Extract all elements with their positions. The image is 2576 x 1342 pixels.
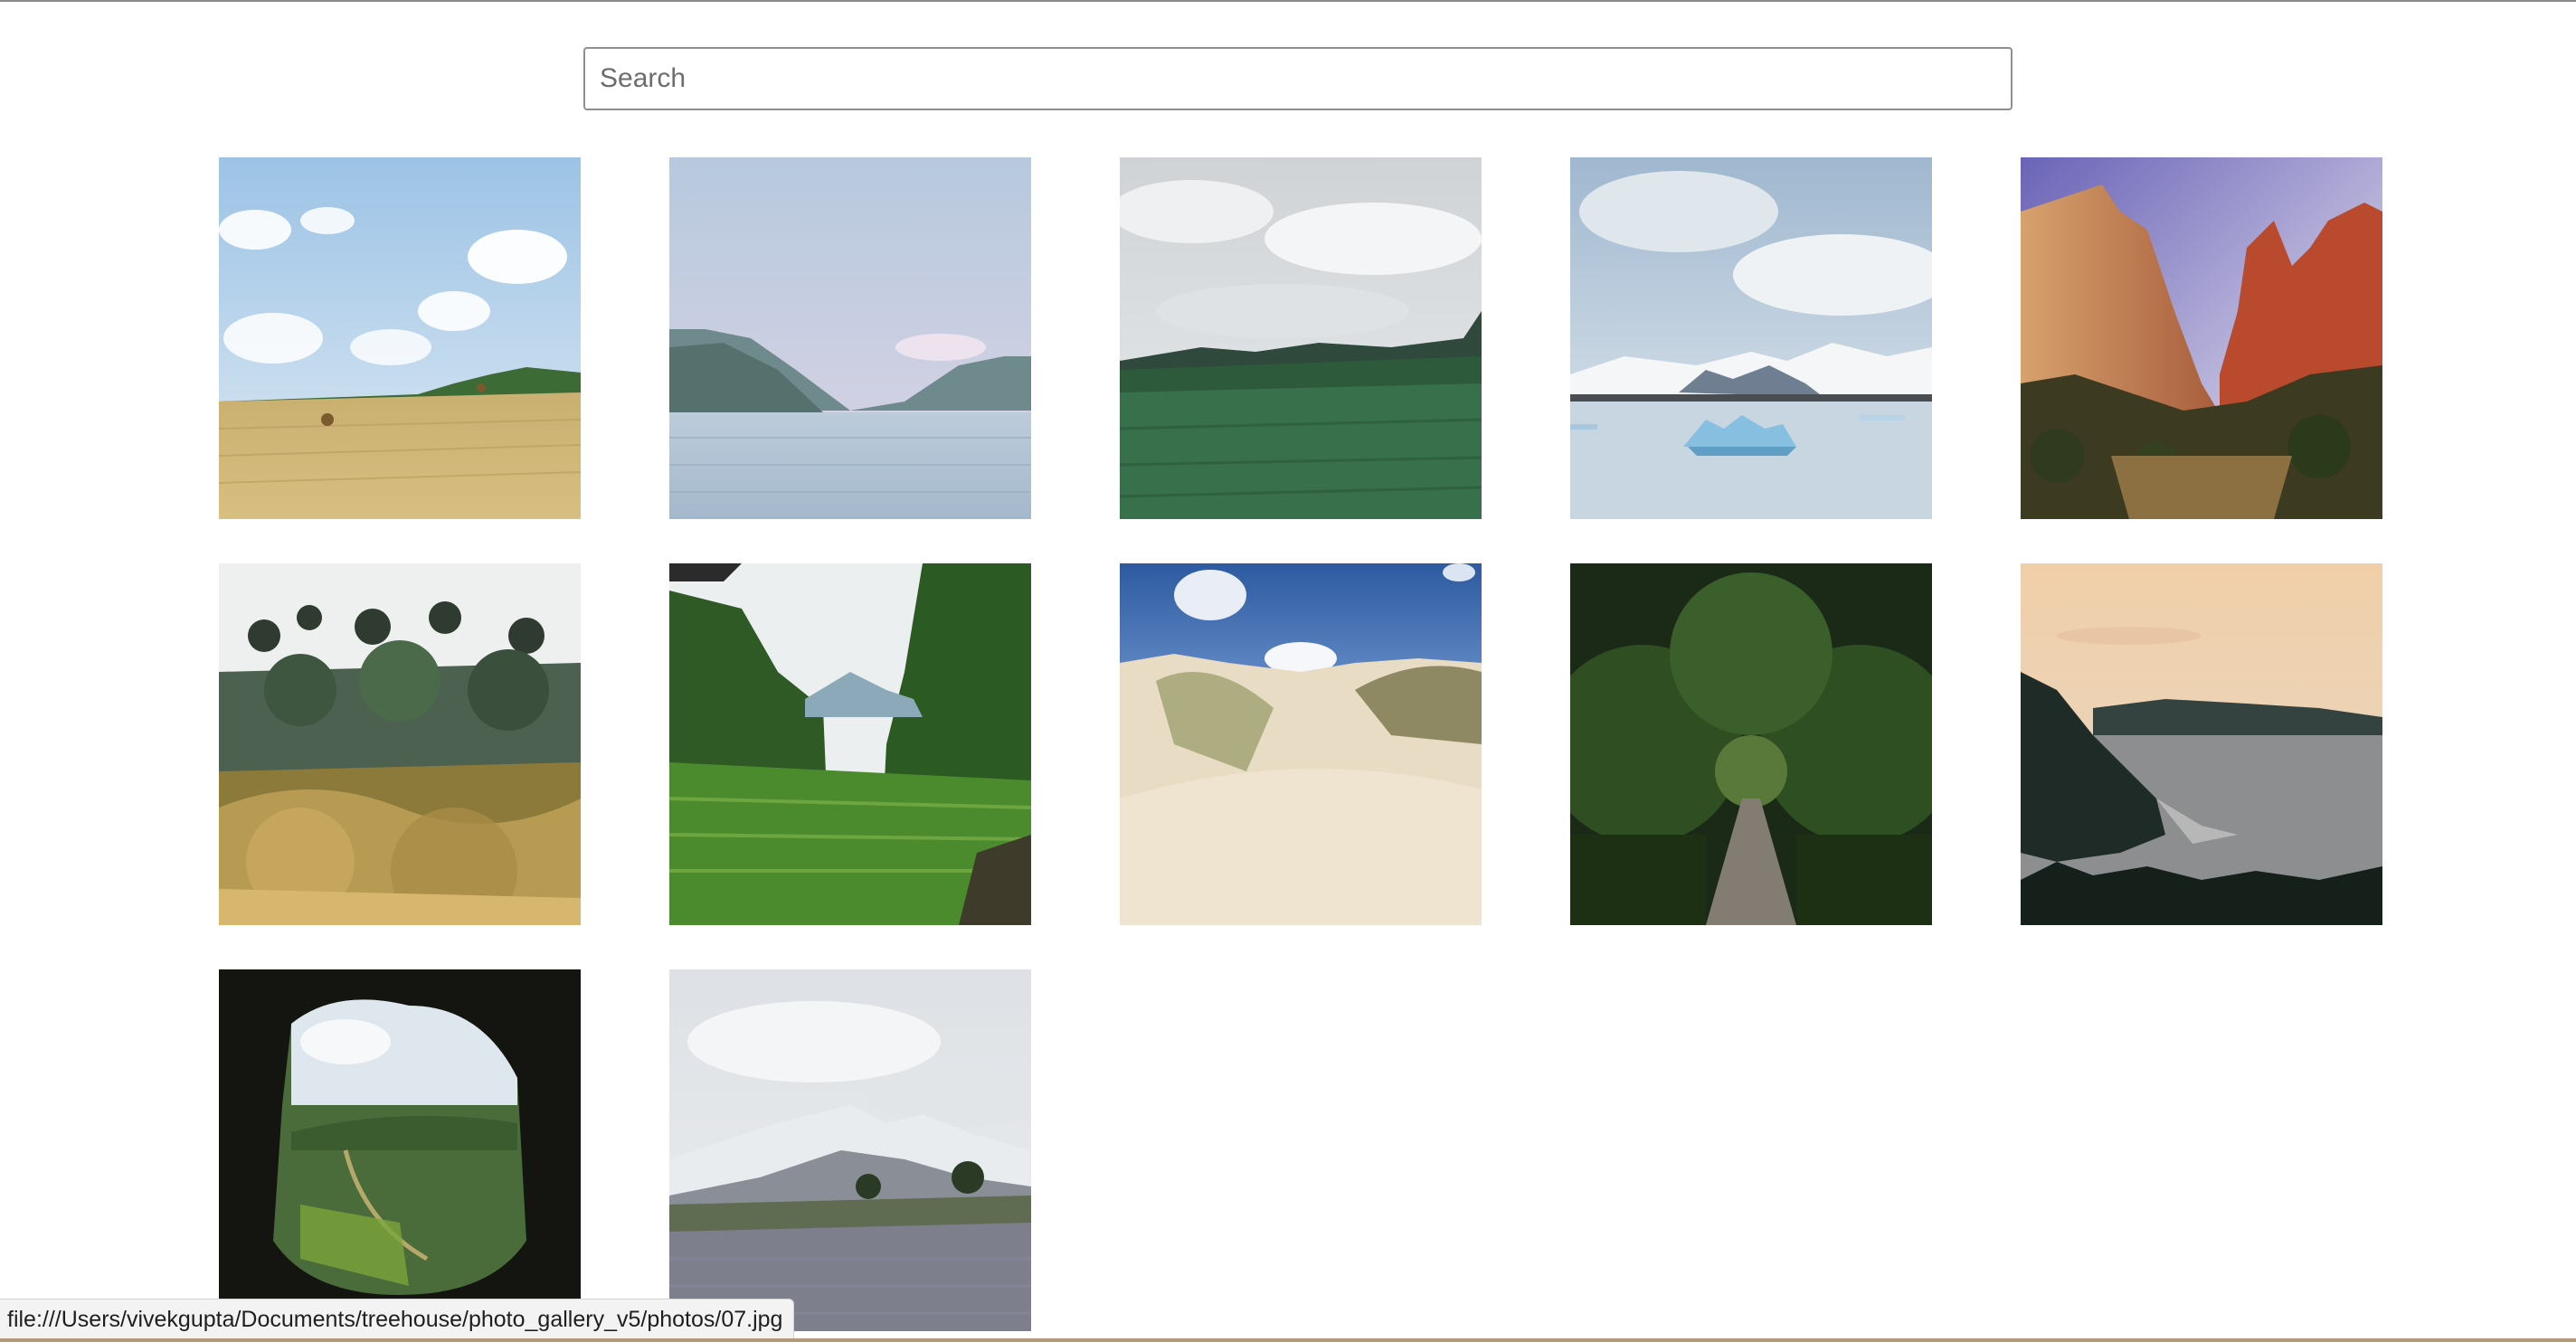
photo-thumbnail-09[interactable] [1570,563,1932,925]
status-bar-url: file:///Users/vivekgupta/Documents/treeh… [0,1299,795,1340]
photo-thumbnail-07[interactable] [669,563,1031,925]
photo-gallery [219,157,2382,1331]
photo-thumbnail-03[interactable] [1120,157,1482,519]
photo-thumbnail-05[interactable] [2021,157,2382,519]
photo-wheat-field-image [219,157,581,519]
photo-thumbnail-08[interactable] [1120,563,1482,925]
photo-thumbnail-10[interactable] [2021,563,2382,925]
page: file:///Users/vivekgupta/Documents/treeh… [0,0,2576,1342]
photo-snowy-mountain-field-image [669,969,1031,1331]
photo-sand-dunes-image [1120,563,1482,925]
photo-green-meadow-image [1120,157,1482,519]
top-border [0,0,2576,2]
photo-thumbnail-11[interactable] [219,969,581,1331]
photo-thumbnail-04[interactable] [1570,157,1932,519]
photo-thumbnail-01[interactable] [219,157,581,519]
photo-green-valley-image [669,563,1031,925]
photo-coastal-cliffs-image [2021,563,2382,925]
window-bottom-edge [0,1338,2576,1342]
photo-garden-trees-image [219,563,581,925]
photo-thumbnail-06[interactable] [219,563,581,925]
photo-thumbnail-02[interactable] [669,157,1031,519]
photo-cave-view-image [219,969,581,1331]
photo-forest-path-image [1570,563,1932,925]
photo-lake-mountains-image [669,157,1031,519]
search-input[interactable] [583,47,2012,110]
photo-glacier-lagoon-image [1570,157,1932,519]
photo-red-canyon-image [2021,157,2382,519]
photo-thumbnail-12[interactable] [669,969,1031,1331]
